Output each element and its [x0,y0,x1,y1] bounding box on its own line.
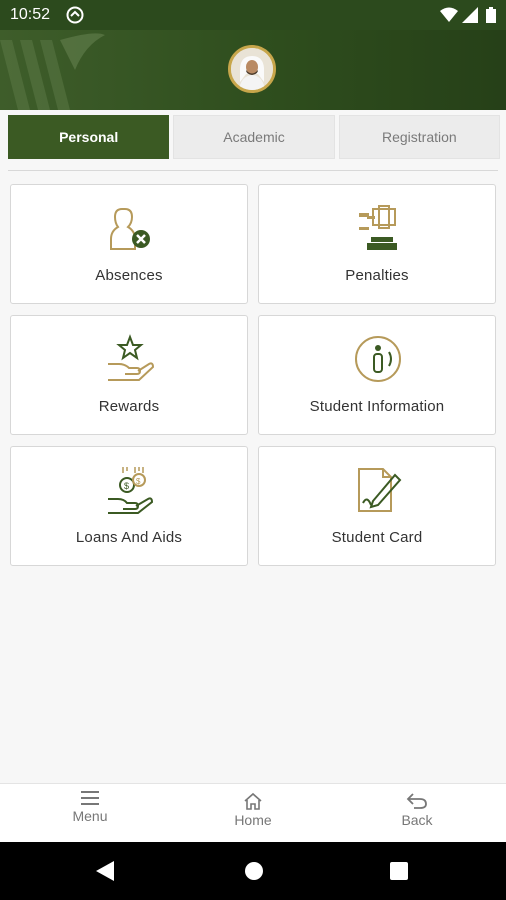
menu-icon [81,791,99,805]
avatar-image [231,48,273,90]
back-arrow-icon [406,793,427,809]
category-tabs: Personal Academic Registration [8,115,500,159]
card-label: Absences [95,267,163,284]
card-student-information[interactable]: Student Information [258,315,496,435]
nav-menu-label: Menu [72,808,108,824]
info-icon [355,336,401,382]
nav-home[interactable]: Home [203,792,303,828]
nav-home-label: Home [234,812,272,828]
card-label: Rewards [98,398,160,415]
document-pen-icon [358,468,402,512]
app-header [0,30,506,110]
card-rewards[interactable]: Rewards [10,315,248,435]
logo-watermark-icon [0,33,105,110]
system-navigation-bar [0,842,506,900]
card-label: Penalties [345,267,409,284]
card-absences[interactable]: Absences [10,184,248,304]
status-time: 10:52 [10,6,51,23]
tab-academic[interactable]: Academic [173,115,335,159]
svg-text:$: $ [124,481,129,491]
nav-back[interactable]: Back [367,792,467,828]
svg-text:$: $ [136,477,141,486]
home-icon [244,792,262,810]
card-penalties[interactable]: Penalties [258,184,496,304]
status-bar: 10:52 [0,0,506,30]
tab-personal[interactable]: Personal [8,115,170,159]
card-label: Loans And Aids [75,529,183,546]
battery-icon [486,7,496,23]
card-loans-and-aids[interactable]: $ $ Loans And Aids [10,446,248,566]
absences-icon [110,208,150,250]
reward-hand-star-icon [108,334,155,381]
card-label: Student Card [331,529,423,546]
system-recents-icon[interactable] [390,862,408,880]
bottom-navigation: Menu Home Back [0,783,506,842]
avatar[interactable] [228,45,276,93]
card-label: Student Information [309,398,445,415]
card-student-card[interactable]: Student Card [258,446,496,566]
nav-menu[interactable]: Menu [40,790,140,824]
tab-registration[interactable]: Registration [338,115,500,159]
money-hand-icon: $ $ [108,467,154,514]
system-back-icon[interactable] [96,861,114,881]
sync-icon [66,6,84,24]
wifi-icon [440,7,458,22]
divider [8,170,498,171]
signal-icon [462,7,478,23]
gavel-icon [359,205,397,250]
system-home-icon[interactable] [244,861,264,881]
nav-back-label: Back [401,812,433,828]
